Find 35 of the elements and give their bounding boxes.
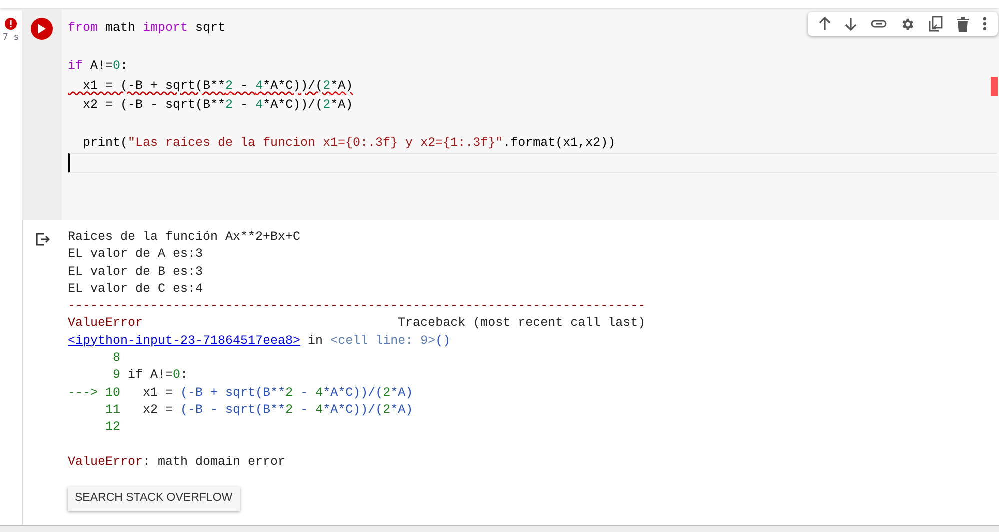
output-line: ---> 10 x1 = (-B + sqrt(B**2 - 4*A*C))/(2*A)	[68, 386, 414, 400]
output-text: <cell line: 9>	[330, 334, 436, 348]
more-icon[interactable]	[982, 17, 987, 31]
search-stack-overflow-button[interactable]: SEARCH STACK OVERFLOW	[68, 486, 240, 511]
settings-icon[interactable]	[900, 16, 916, 32]
code-line: if A!=0:	[68, 59, 128, 74]
traceback-link[interactable]: <ipython-input-23-71864517eea8>	[68, 334, 301, 348]
output-line: 11 x2 = (-B - sqrt(B**2 - 4*A*C))/(2*A)	[104, 402, 414, 417]
output-line: ValueError Traceback (most recent call last)	[68, 316, 646, 330]
output-line: EL valor de C es:4	[68, 282, 204, 296]
output-icon[interactable]	[36, 233, 50, 246]
code-line: from math import sqrt	[68, 21, 226, 35]
output-line: EL valor de A es:3	[68, 247, 204, 262]
trash-icon[interactable]	[957, 16, 970, 32]
code-line: x2 = (-B - sqrt(B**2 - 4*A*C))/(2*A)	[82, 98, 354, 112]
code-line: print("Las raices de la funcion x1={0:.3f} y x2={1:.3f}".format(x1,x2))	[82, 136, 616, 150]
code-line: x1 = (-B + sqrt(B**2 - 4*A*C))/(2*A)	[82, 78, 354, 93]
code-editor[interactable]: from math import sqrt if A!=0: x1 = (-B + sqrt(B**2 - 4*A*C))/(2*A) x2 = (-B - sqrt(B**2 - 4*A*C))/(2*A) print("Las raices de la funcion x1={0:.3f} y x2={1:.3f}".format(x1,x2))	[62, 10, 999, 220]
error-marker	[991, 77, 998, 96]
output-line: Raices de la función Ax**2+Bx+C	[68, 230, 301, 244]
play-icon	[38, 24, 46, 34]
run-button[interactable]	[31, 18, 53, 40]
link-icon[interactable]	[870, 20, 887, 28]
arrow-down-icon[interactable]	[844, 17, 857, 31]
output-text: in	[307, 334, 324, 348]
output-line: EL valor de B es:3	[68, 264, 204, 279]
output-line: ValueError: math domain error	[68, 454, 286, 469]
arrow-up-icon[interactable]	[818, 17, 831, 31]
output-line: 12	[104, 420, 121, 434]
mirror-cell-icon[interactable]	[929, 16, 944, 32]
output-text: ()	[436, 334, 451, 348]
output-line: -----------------------------------------------------------------------------	[68, 299, 646, 314]
output-line: 9 if A!=0:	[112, 368, 188, 382]
execution-time: 7 s	[2, 32, 20, 45]
output-line: 8	[112, 351, 121, 366]
